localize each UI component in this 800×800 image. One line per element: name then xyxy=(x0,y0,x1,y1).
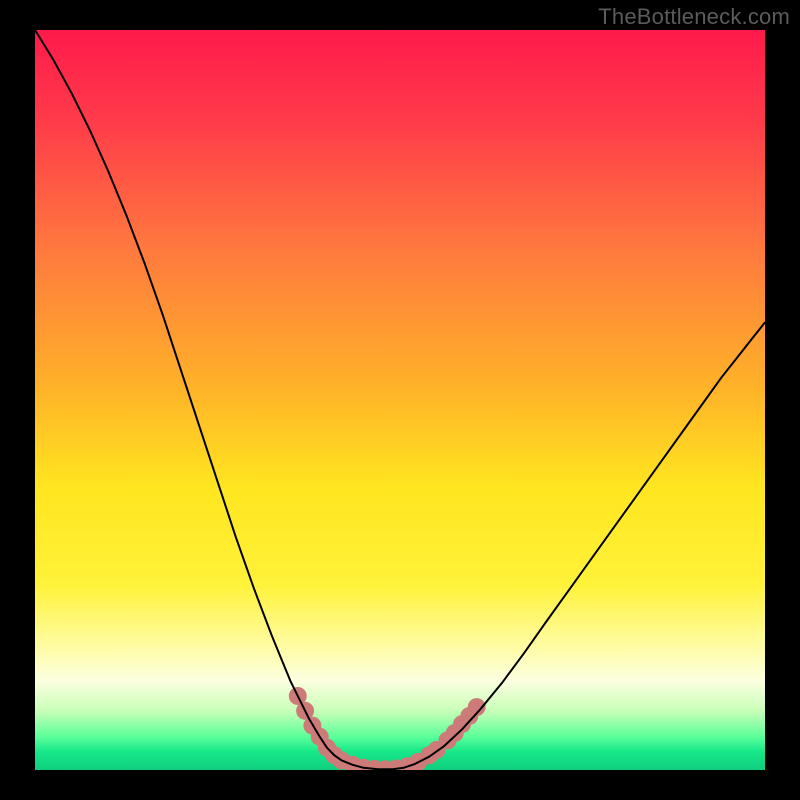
bottleneck-chart xyxy=(0,0,800,800)
chart-stage: TheBottleneck.com xyxy=(0,0,800,800)
plot-background xyxy=(35,30,765,770)
watermark-text: TheBottleneck.com xyxy=(598,4,790,30)
